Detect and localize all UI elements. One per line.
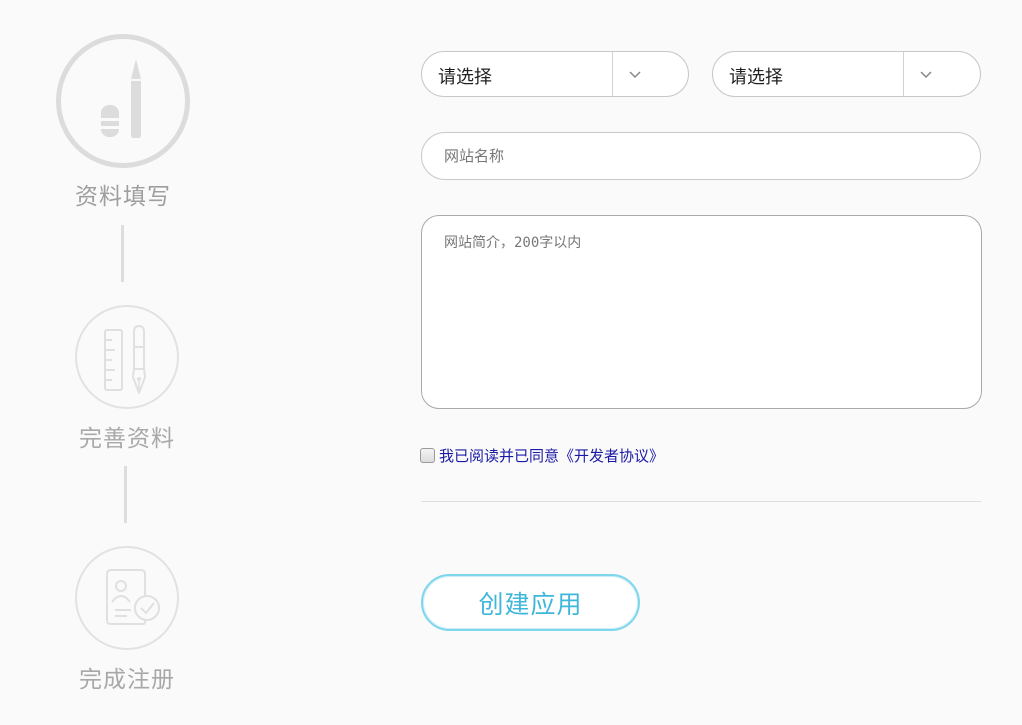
form-divider bbox=[421, 501, 981, 502]
category-select-primary[interactable]: 请选择 bbox=[421, 51, 689, 97]
step-3-badge bbox=[75, 546, 179, 650]
document-check-icon bbox=[106, 569, 160, 625]
category-select-secondary[interactable]: 请选择 bbox=[712, 51, 981, 97]
step-2-label: 完善资料 bbox=[79, 426, 175, 452]
chevron-down-icon[interactable] bbox=[919, 68, 933, 82]
chevron-down-icon[interactable] bbox=[628, 68, 642, 82]
agreement-checkbox[interactable] bbox=[420, 447, 435, 463]
ruler-pen-icon bbox=[104, 325, 146, 394]
agreement-link[interactable]: 我已阅读并已同意《开发者协议》 bbox=[439, 445, 664, 466]
select-value: 请选择 bbox=[729, 67, 783, 88]
site-intro-textarea[interactable] bbox=[421, 215, 982, 409]
step-3-label: 完成注册 bbox=[79, 667, 175, 693]
step-2-badge bbox=[75, 305, 179, 409]
select-value: 请选择 bbox=[438, 67, 492, 88]
step-1-badge bbox=[56, 34, 190, 168]
agreement-row[interactable]: 我已阅读并已同意《开发者协议》 bbox=[420, 445, 664, 465]
select-divider bbox=[612, 52, 613, 96]
step-connector-2 bbox=[124, 466, 127, 523]
step-connector-1 bbox=[121, 225, 124, 282]
step-progress: 资料填写 完善资料 完成注册 bbox=[0, 0, 250, 725]
pencil-eraser-icon bbox=[101, 59, 141, 138]
create-app-button[interactable]: 创建应用 bbox=[421, 574, 640, 631]
site-name-input[interactable] bbox=[421, 132, 981, 180]
step-1-label: 资料填写 bbox=[75, 184, 171, 210]
select-divider bbox=[903, 52, 904, 96]
